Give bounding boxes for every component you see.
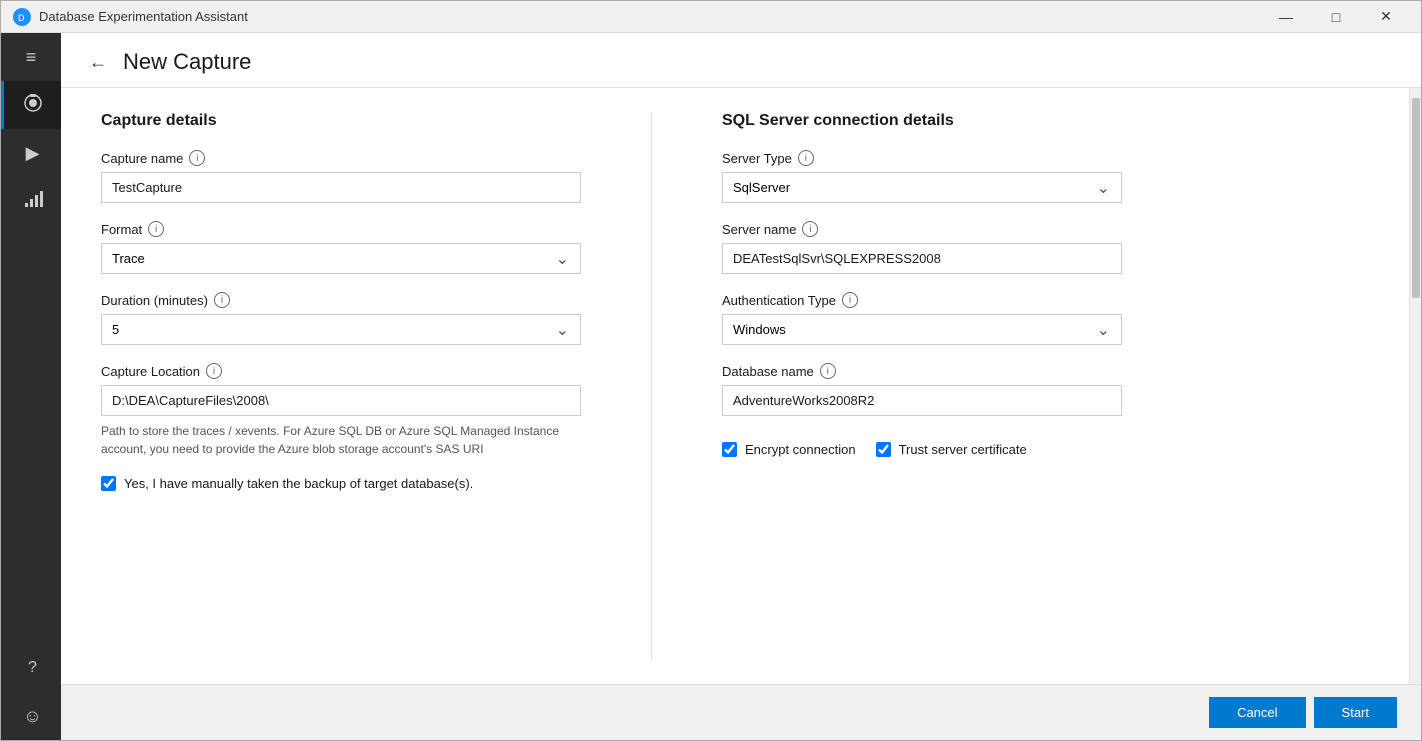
app-icon: D: [13, 8, 31, 26]
window-controls: — □ ✕: [1263, 1, 1409, 33]
server-type-label: Server Type i: [722, 150, 1122, 166]
capture-name-info-icon: i: [189, 150, 205, 166]
capture-name-label: Capture name i: [101, 150, 581, 166]
server-name-label: Server name i: [722, 221, 1122, 237]
sidebar-item-replay[interactable]: ▶: [1, 129, 61, 177]
format-select-wrapper: Trace XEvents: [101, 243, 581, 274]
duration-info-icon: i: [214, 292, 230, 308]
connection-checkboxes: Encrypt connection Trust server certific…: [722, 434, 1122, 457]
trust-cert-checkbox[interactable]: [876, 442, 891, 457]
auth-type-info-icon: i: [842, 292, 858, 308]
server-name-info-icon: i: [802, 221, 818, 237]
server-type-select-wrapper: SqlServer Azure SQL DB Azure SQL Managed…: [722, 172, 1122, 203]
title-bar: D Database Experimentation Assistant — □…: [1, 1, 1421, 33]
header: ← New Capture: [61, 33, 1421, 88]
sidebar-bottom: ? ☺: [1, 644, 61, 740]
auth-type-group: Authentication Type i Windows SQL Server…: [722, 292, 1122, 345]
minimize-button[interactable]: —: [1263, 1, 1309, 33]
encrypt-checkbox-row: Encrypt connection: [722, 442, 856, 457]
capture-location-hint: Path to store the traces / xevents. For …: [101, 422, 581, 458]
left-column: Capture details Capture name i: [101, 112, 581, 660]
header-nav: ← New Capture: [85, 49, 1389, 87]
auth-type-select[interactable]: Windows SQL Server Authentication: [722, 314, 1122, 345]
database-name-group: Database name i: [722, 363, 1122, 416]
right-column: SQL Server connection details Server Typ…: [722, 112, 1122, 660]
right-section-title: SQL Server connection details: [722, 112, 1122, 130]
database-name-label: Database name i: [722, 363, 1122, 379]
capture-icon: [22, 92, 44, 119]
svg-text:D: D: [18, 13, 25, 23]
left-section-title: Capture details: [101, 112, 581, 130]
sidebar-item-help[interactable]: ?: [1, 644, 61, 692]
help-icon: ?: [28, 659, 37, 677]
scrollbar[interactable]: [1409, 88, 1421, 684]
maximize-button[interactable]: □: [1313, 1, 1359, 33]
server-name-group: Server name i: [722, 221, 1122, 274]
format-info-icon: i: [148, 221, 164, 237]
back-button[interactable]: ←: [85, 50, 111, 75]
scroll-thumb[interactable]: [1412, 98, 1420, 298]
replay-icon: ▶: [26, 143, 40, 164]
app-body: ≡ ▶: [1, 33, 1421, 740]
backup-checkbox-row: Yes, I have manually taken the backup of…: [101, 476, 581, 491]
feedback-icon: ☺: [23, 706, 41, 727]
server-name-input[interactable]: [722, 243, 1122, 274]
capture-location-group: Capture Location i Path to store the tra…: [101, 363, 581, 458]
capture-name-input[interactable]: [101, 172, 581, 203]
database-name-info-icon: i: [820, 363, 836, 379]
server-type-info-icon: i: [798, 150, 814, 166]
footer: Cancel Start: [61, 684, 1421, 740]
duration-select-wrapper: 5 10 15 30 60: [101, 314, 581, 345]
backup-checkbox-label: Yes, I have manually taken the backup of…: [124, 476, 473, 491]
trust-cert-checkbox-label: Trust server certificate: [899, 442, 1027, 457]
sidebar: ≡ ▶: [1, 33, 61, 740]
server-type-group: Server Type i SqlServer Azure SQL DB Azu…: [722, 150, 1122, 203]
encrypt-checkbox-label: Encrypt connection: [745, 442, 856, 457]
server-type-select[interactable]: SqlServer Azure SQL DB Azure SQL Managed…: [722, 172, 1122, 203]
sidebar-item-analysis[interactable]: [1, 177, 61, 225]
form-area: Capture details Capture name i: [61, 88, 1409, 684]
format-group: Format i Trace XEvents: [101, 221, 581, 274]
format-label: Format i: [101, 221, 581, 237]
page-title: New Capture: [123, 49, 251, 75]
auth-type-select-wrapper: Windows SQL Server Authentication: [722, 314, 1122, 345]
database-name-input[interactable]: [722, 385, 1122, 416]
menu-icon: ≡: [26, 47, 37, 68]
title-bar-text: Database Experimentation Assistant: [39, 9, 1263, 24]
cancel-button[interactable]: Cancel: [1209, 697, 1305, 728]
duration-select[interactable]: 5 10 15 30 60: [101, 314, 581, 345]
capture-location-info-icon: i: [206, 363, 222, 379]
backup-checkbox[interactable]: [101, 476, 116, 491]
app-window: D Database Experimentation Assistant — □…: [0, 0, 1422, 741]
capture-location-input[interactable]: [101, 385, 581, 416]
start-button[interactable]: Start: [1314, 697, 1397, 728]
close-button[interactable]: ✕: [1363, 1, 1409, 33]
sidebar-item-capture[interactable]: [1, 81, 61, 129]
capture-location-label: Capture Location i: [101, 363, 581, 379]
trust-cert-checkbox-row: Trust server certificate: [876, 442, 1027, 457]
encrypt-checkbox[interactable]: [722, 442, 737, 457]
duration-group: Duration (minutes) i 5 10 15 30 60: [101, 292, 581, 345]
auth-type-label: Authentication Type i: [722, 292, 1122, 308]
duration-label: Duration (minutes) i: [101, 292, 581, 308]
column-divider: [651, 112, 652, 660]
capture-name-group: Capture name i: [101, 150, 581, 203]
sidebar-menu-button[interactable]: ≡: [1, 33, 61, 81]
format-select[interactable]: Trace XEvents: [101, 243, 581, 274]
sidebar-item-feedback[interactable]: ☺: [1, 692, 61, 740]
analysis-icon: [23, 189, 43, 214]
content: ← New Capture Capture details Capture na…: [61, 33, 1421, 740]
